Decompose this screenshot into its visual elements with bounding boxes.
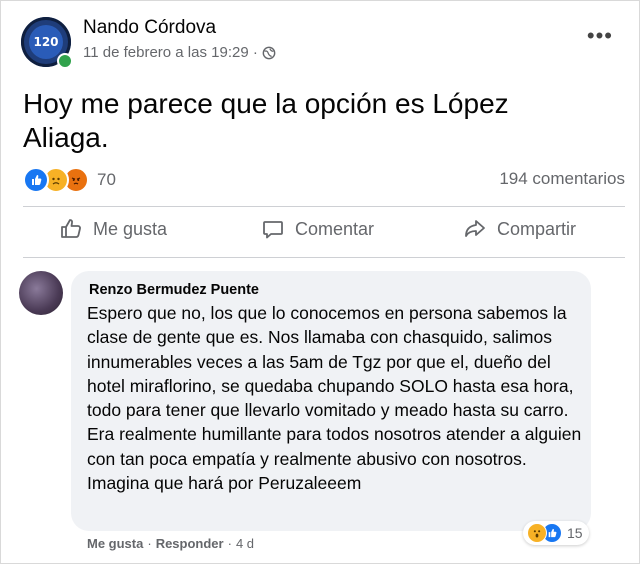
share-button-label: Compartir	[497, 218, 577, 239]
wow-icon	[527, 523, 547, 543]
online-status-dot	[57, 53, 73, 69]
post-timestamp[interactable]: 11 de febrero a las 19:29 ·	[83, 44, 258, 61]
share-button[interactable]: Compartir	[463, 217, 576, 241]
thumbs-up-icon	[61, 219, 81, 238]
post-text: Hoy me parece que la opción es López Ali…	[23, 88, 509, 153]
comment-button-label: Comentar	[295, 218, 375, 239]
comment-time[interactable]: 4 d	[236, 536, 254, 551]
divider	[23, 206, 625, 207]
more-options-icon[interactable]: •••	[587, 25, 613, 47]
reaction-count: 70	[97, 170, 116, 189]
comment-text: Espero que no, los que lo conocemos en p…	[87, 303, 582, 494]
post-reactions[interactable]: 70	[23, 167, 116, 193]
post-author-name[interactable]: Nando Córdova	[83, 17, 216, 39]
divider	[23, 257, 625, 258]
comment-icon	[263, 221, 283, 239]
commenter-avatar[interactable]	[19, 271, 63, 315]
like-button-label: Me gusta	[93, 218, 168, 239]
globe-icon	[262, 46, 276, 59]
comments-count-link[interactable]: 194 comentarios	[499, 169, 625, 189]
comment-reply-link[interactable]: Responder	[156, 536, 224, 551]
post-meta: 11 de febrero a las 19:29 ·	[83, 44, 276, 61]
separator: ·	[227, 536, 232, 551]
comment-like-link[interactable]: Me gusta	[87, 536, 143, 551]
separator: ·	[147, 536, 152, 551]
post-card: 120 Nando Córdova 11 de febrero a las 19…	[0, 0, 640, 564]
share-icon	[465, 220, 485, 237]
comment-reaction-count: 15	[567, 525, 583, 541]
avatar-logo: 120	[29, 25, 63, 59]
comment-button[interactable]: Comentar	[261, 217, 374, 241]
commenter-name[interactable]: Renzo Bermudez Puente	[89, 282, 259, 298]
comment-reactions[interactable]: 15	[523, 521, 589, 545]
like-icon	[23, 167, 49, 193]
comment-actions: Me gusta · Responder · 4 d	[87, 536, 254, 551]
like-button[interactable]: Me gusta	[59, 217, 167, 241]
